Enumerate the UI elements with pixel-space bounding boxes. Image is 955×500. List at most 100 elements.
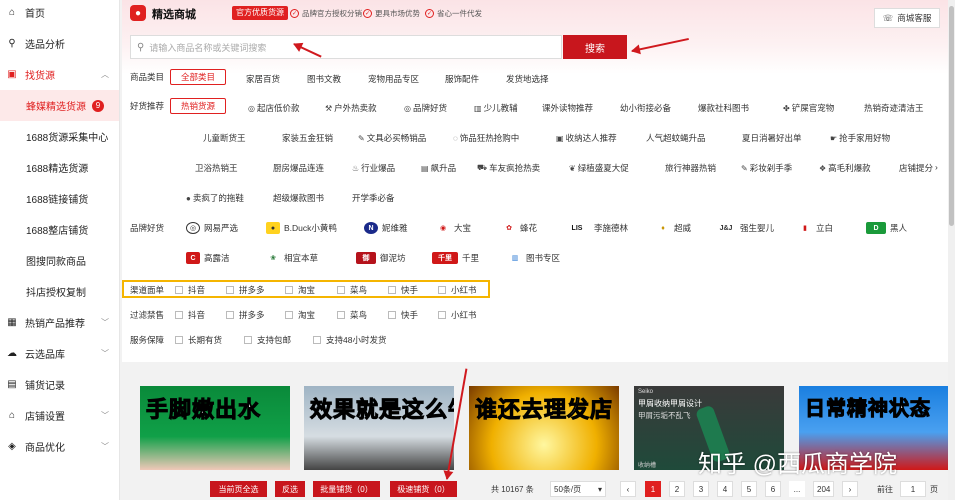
next-page-button[interactable]: ›	[842, 481, 858, 497]
brand-option[interactable]: ♦ 超威	[656, 222, 691, 234]
recommend-option[interactable]: 人气超蚊蝇升品	[646, 132, 706, 144]
brand-option[interactable]: ✿ 蜂花	[502, 222, 537, 234]
recommend-option[interactable]: 店铺提分	[899, 162, 933, 174]
recommend-option[interactable]: ▤ 飙升品	[421, 162, 456, 174]
category-option[interactable]: 图书文教	[307, 73, 341, 85]
page-button[interactable]: 204	[813, 481, 835, 497]
sidebar-item-find-source[interactable]: ▣ 找货源 ︿	[0, 59, 119, 90]
channel-checkbox[interactable]: 快手	[388, 284, 418, 296]
recommend-option[interactable]: ● 卖疯了的拖鞋	[186, 192, 244, 204]
recommend-option[interactable]: 开学季必备	[352, 192, 395, 204]
sidebar-item-hot-products[interactable]: ▦ 热销产品推荐 ﹀	[0, 307, 119, 338]
sidebar-subitem-1688-selected[interactable]: 1688精选货源	[0, 152, 119, 183]
sidebar-subitem-image-search[interactable]: 图搜同款商品	[0, 245, 119, 276]
recommend-option[interactable]: 课外读物推荐	[542, 102, 593, 114]
invert-selection-button[interactable]: 反选	[275, 481, 305, 497]
customer-service-button[interactable]: ☏ 商城客服	[874, 8, 940, 28]
sidebar-item-home[interactable]: ⌂ 首页	[0, 0, 119, 28]
brand-option[interactable]: ▥ 图书专区	[508, 252, 560, 264]
brand-option[interactable]: ◎ 网易严选	[186, 222, 238, 234]
product-card[interactable]: 效果就是这么牛	[304, 386, 454, 470]
channel-checkbox[interactable]: 菜鸟	[337, 284, 367, 296]
channel-checkbox[interactable]: 淘宝	[285, 284, 315, 296]
service-checkbox[interactable]: 支持48小时发货	[313, 334, 386, 346]
page-button[interactable]: 2	[669, 481, 685, 497]
category-option[interactable]: 发货地选择	[506, 73, 549, 85]
filter-checkbox[interactable]: 拼多多	[226, 309, 265, 321]
recommend-option[interactable]: 超级爆款图书	[273, 192, 324, 204]
goto-page-input[interactable]: 1	[900, 481, 926, 497]
batch-list-button[interactable]: 批量铺货（0）	[313, 481, 380, 497]
recommend-option[interactable]: ◎ 品牌好货	[404, 102, 447, 114]
recommend-option[interactable]: ▣ 收纳达人推荐	[556, 132, 617, 144]
recommend-option[interactable]: ⛟ 车友疯抢热卖	[477, 162, 540, 174]
category-option[interactable]: 宠物用品专区	[368, 73, 419, 85]
recommend-option[interactable]: ♨ 行业爆品	[352, 162, 395, 174]
search-button[interactable]: 搜索	[563, 35, 627, 59]
recommend-option[interactable]: 幼小衔接必备	[620, 102, 671, 114]
filter-checkbox[interactable]: 抖音	[175, 309, 205, 321]
chevron-right-icon[interactable]: ›	[935, 162, 938, 172]
recommend-option[interactable]: 夏日消暑好出单	[742, 132, 802, 144]
brand-option[interactable]: ● B.Duck小黄鸭	[266, 222, 337, 234]
recommend-option[interactable]: ❦ 绿植盛夏大促	[569, 162, 629, 174]
recommend-option[interactable]: ✤ 铲屎官宠物	[783, 102, 834, 114]
recommend-hot-chip[interactable]: 热销货源	[170, 98, 227, 114]
product-card[interactable]: 手脚嫩出水	[140, 386, 290, 470]
search-input[interactable]: ⚲ 请输入商品名称或关键词搜索	[130, 35, 562, 59]
page-button[interactable]: 3	[693, 481, 709, 497]
channel-checkbox[interactable]: 抖音	[175, 284, 205, 296]
brand-option[interactable]: ▮ 立白	[798, 222, 833, 234]
category-option[interactable]: 家居百货	[246, 73, 280, 85]
recommend-option[interactable]: 热销奇迹清洁王	[864, 102, 924, 114]
sidebar-subitem-1688-collect[interactable]: 1688货源采集中心	[0, 121, 119, 152]
scrollbar[interactable]	[948, 0, 955, 500]
recommend-option[interactable]: ◎ 起店低价款	[248, 102, 300, 114]
sidebar-item-product-analysis[interactable]: ⚲ 选品分析	[0, 28, 119, 59]
product-card[interactable]: 谁还去理发店	[469, 386, 619, 470]
filter-checkbox[interactable]: 淘宝	[285, 309, 315, 321]
page-button[interactable]: 4	[717, 481, 733, 497]
recommend-option[interactable]: 家装五金狂销	[282, 132, 333, 144]
recommend-option[interactable]: ✎ 文具必买畅销品	[358, 132, 426, 144]
sidebar-subitem-douyin-copy[interactable]: 抖店授权复制	[0, 276, 119, 307]
page-size-select[interactable]: 50条/页 ▾	[550, 481, 606, 497]
channel-checkbox[interactable]: 小红书	[438, 284, 477, 296]
page-button[interactable]: 6	[765, 481, 781, 497]
sidebar-item-cloud-library[interactable]: ☁ 云选品库 ﹀	[0, 338, 119, 369]
brand-option[interactable]: 千里 千里	[432, 252, 479, 264]
recommend-option[interactable]: ⚒ 户外热卖款	[325, 102, 377, 114]
recommend-option[interactable]: ❖ 高毛利爆款	[819, 162, 871, 174]
page-button[interactable]: 5	[741, 481, 757, 497]
page-button[interactable]: 1	[645, 481, 661, 497]
brand-option[interactable]: LIS 李施德林	[564, 222, 628, 234]
prev-page-button[interactable]: ‹	[620, 481, 636, 497]
category-all-chip[interactable]: 全部类目	[170, 69, 227, 85]
recommend-option[interactable]: ☛ 抢手家用好物	[830, 132, 890, 144]
quick-list-button[interactable]: 极速铺货（0）	[390, 481, 457, 497]
sidebar-item-records[interactable]: ▤ 铺货记录	[0, 369, 119, 400]
brand-option[interactable]: N 妮维雅	[364, 222, 408, 234]
category-option[interactable]: 服饰配件	[445, 73, 479, 85]
recommend-option[interactable]: 旅行神器热销	[665, 162, 716, 174]
brand-option[interactable]: J&J 强生婴儿	[716, 222, 774, 234]
brand-option[interactable]: ❀ 相宜本草	[266, 252, 318, 264]
recommend-option[interactable]: 儿童断货王	[203, 132, 246, 144]
recommend-option[interactable]: ▥ 少儿教辅	[474, 102, 518, 114]
brand-option[interactable]: ◉ 大宝	[436, 222, 471, 234]
sidebar-item-optimize[interactable]: ◈ 商品优化 ﹀	[0, 431, 119, 462]
brand-option[interactable]: 御御泥坊	[356, 252, 406, 264]
sidebar-subitem-1688-link[interactable]: 1688链接铺货	[0, 183, 119, 214]
brand-option[interactable]: C 高露洁	[186, 252, 230, 264]
recommend-option[interactable]: 爆款社科图书	[698, 102, 749, 114]
recommend-option[interactable]: ✎ 彩妆剁手季	[741, 162, 792, 174]
recommend-option[interactable]: 卫浴热销王	[195, 162, 238, 174]
recommend-option[interactable]: ◌ 饰品狂热抢购中	[453, 132, 519, 144]
sidebar-item-store-settings[interactable]: ⌂ 店铺设置 ﹀	[0, 400, 119, 431]
recommend-option[interactable]: 厨房爆品连连	[273, 162, 324, 174]
sidebar-subitem-1688-store[interactable]: 1688整店铺货	[0, 214, 119, 245]
service-checkbox[interactable]: 支持包邮	[244, 334, 291, 346]
sidebar-subitem-fengmei[interactable]: 蜂媒精选货源 9	[0, 90, 119, 121]
brand-option[interactable]: D 黑人	[866, 222, 907, 234]
filter-checkbox[interactable]: 菜鸟	[337, 309, 367, 321]
